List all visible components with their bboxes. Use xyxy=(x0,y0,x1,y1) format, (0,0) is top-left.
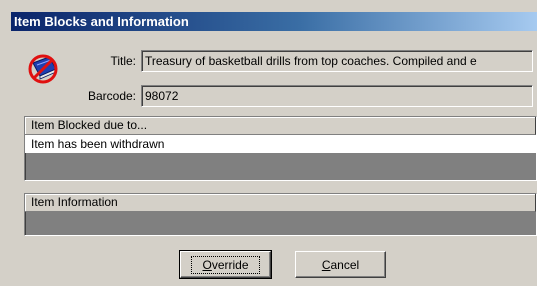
barcode-label: Barcode: xyxy=(87,89,136,103)
title-label: Title: xyxy=(110,54,136,68)
window-title: Item Blocks and Information xyxy=(11,12,537,31)
barcode-field[interactable]: 98072 xyxy=(141,85,533,107)
override-label: Override xyxy=(191,255,260,274)
blocked-item-icon xyxy=(24,52,62,86)
blocked-reasons-header[interactable]: Item Blocked due to... xyxy=(25,117,536,135)
cancel-label: Cancel xyxy=(321,257,360,272)
item-information-list[interactable]: Item Information xyxy=(24,193,537,236)
item-information-header[interactable]: Item Information xyxy=(25,194,536,212)
override-button[interactable]: Override xyxy=(179,250,272,279)
title-field[interactable]: Treasury of basketball drills from top c… xyxy=(141,50,533,72)
cancel-button[interactable]: Cancel xyxy=(295,251,386,278)
item-blocks-dialog: Item Blocks and Information Title: Treas… xyxy=(0,0,537,286)
list-item[interactable]: Item has been withdrawn xyxy=(25,135,536,153)
blocked-reasons-list[interactable]: Item Blocked due to... Item has been wit… xyxy=(24,116,537,181)
